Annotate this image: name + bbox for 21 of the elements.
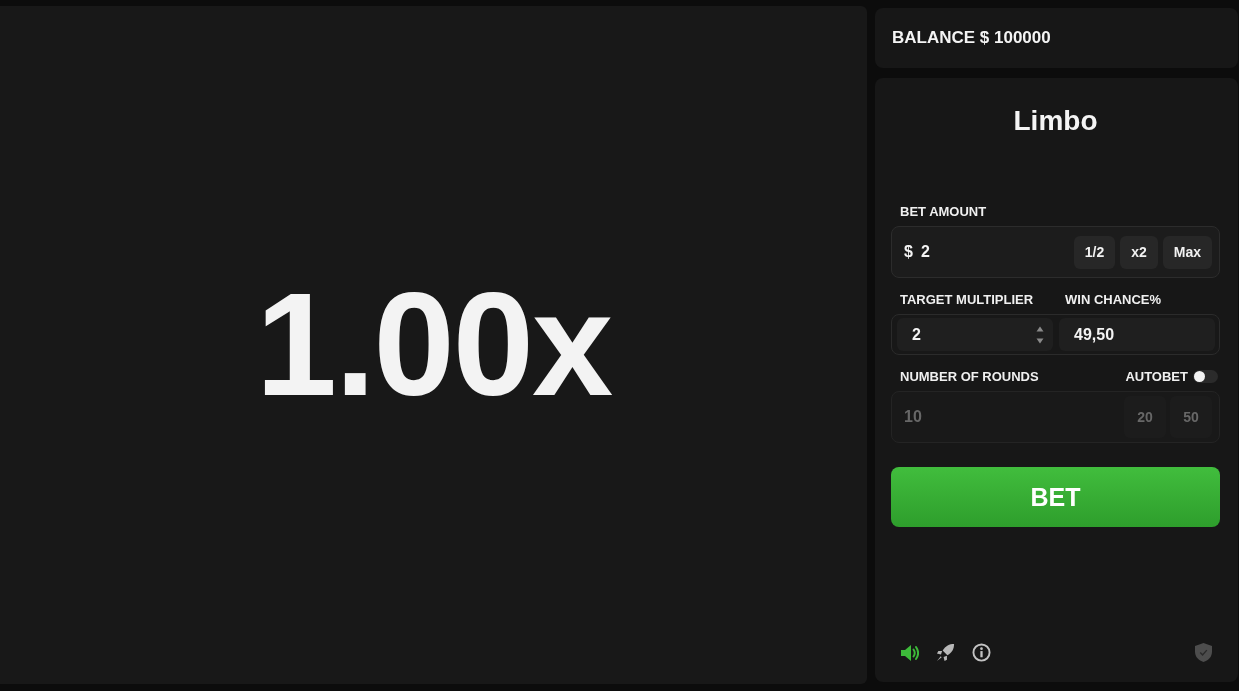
game-title: Limbo xyxy=(1013,106,1098,136)
speaker-icon[interactable] xyxy=(900,643,919,662)
autobet-label: AUTOBET xyxy=(1125,369,1188,384)
win-chance-label: WIN CHANCE% xyxy=(1064,292,1162,307)
bet-adjust-button[interactable]: Max xyxy=(1162,235,1212,269)
target-multiplier-label: TARGET MULTIPLIER xyxy=(900,292,1035,307)
rocket-icon[interactable] xyxy=(936,643,955,662)
win-chance-input[interactable]: 49,50 xyxy=(1059,318,1215,351)
bet-amount-field[interactable]: $ 2 1/2 x2 Max xyxy=(891,226,1220,278)
currency-symbol: $ xyxy=(904,243,913,261)
multiplier-readout: 1.00x xyxy=(255,272,612,418)
spinner-icon[interactable] xyxy=(1036,326,1044,344)
autobet-toggle[interactable] xyxy=(1193,370,1218,383)
target-multiplier-input[interactable]: 2 xyxy=(897,318,1053,351)
bet-adjust-button[interactable]: x2 xyxy=(1120,235,1158,269)
bet-amount-input[interactable]: 2 xyxy=(920,240,1069,264)
rounds-label: NUMBER OF ROUNDS xyxy=(900,369,1039,384)
balance-text: BALANCE $ 100000 xyxy=(892,28,1051,48)
bet-adjust-button[interactable]: 1/2 xyxy=(1073,235,1116,269)
info-icon[interactable] xyxy=(972,643,991,662)
bet-amount-label: BET AMOUNT xyxy=(900,204,987,219)
